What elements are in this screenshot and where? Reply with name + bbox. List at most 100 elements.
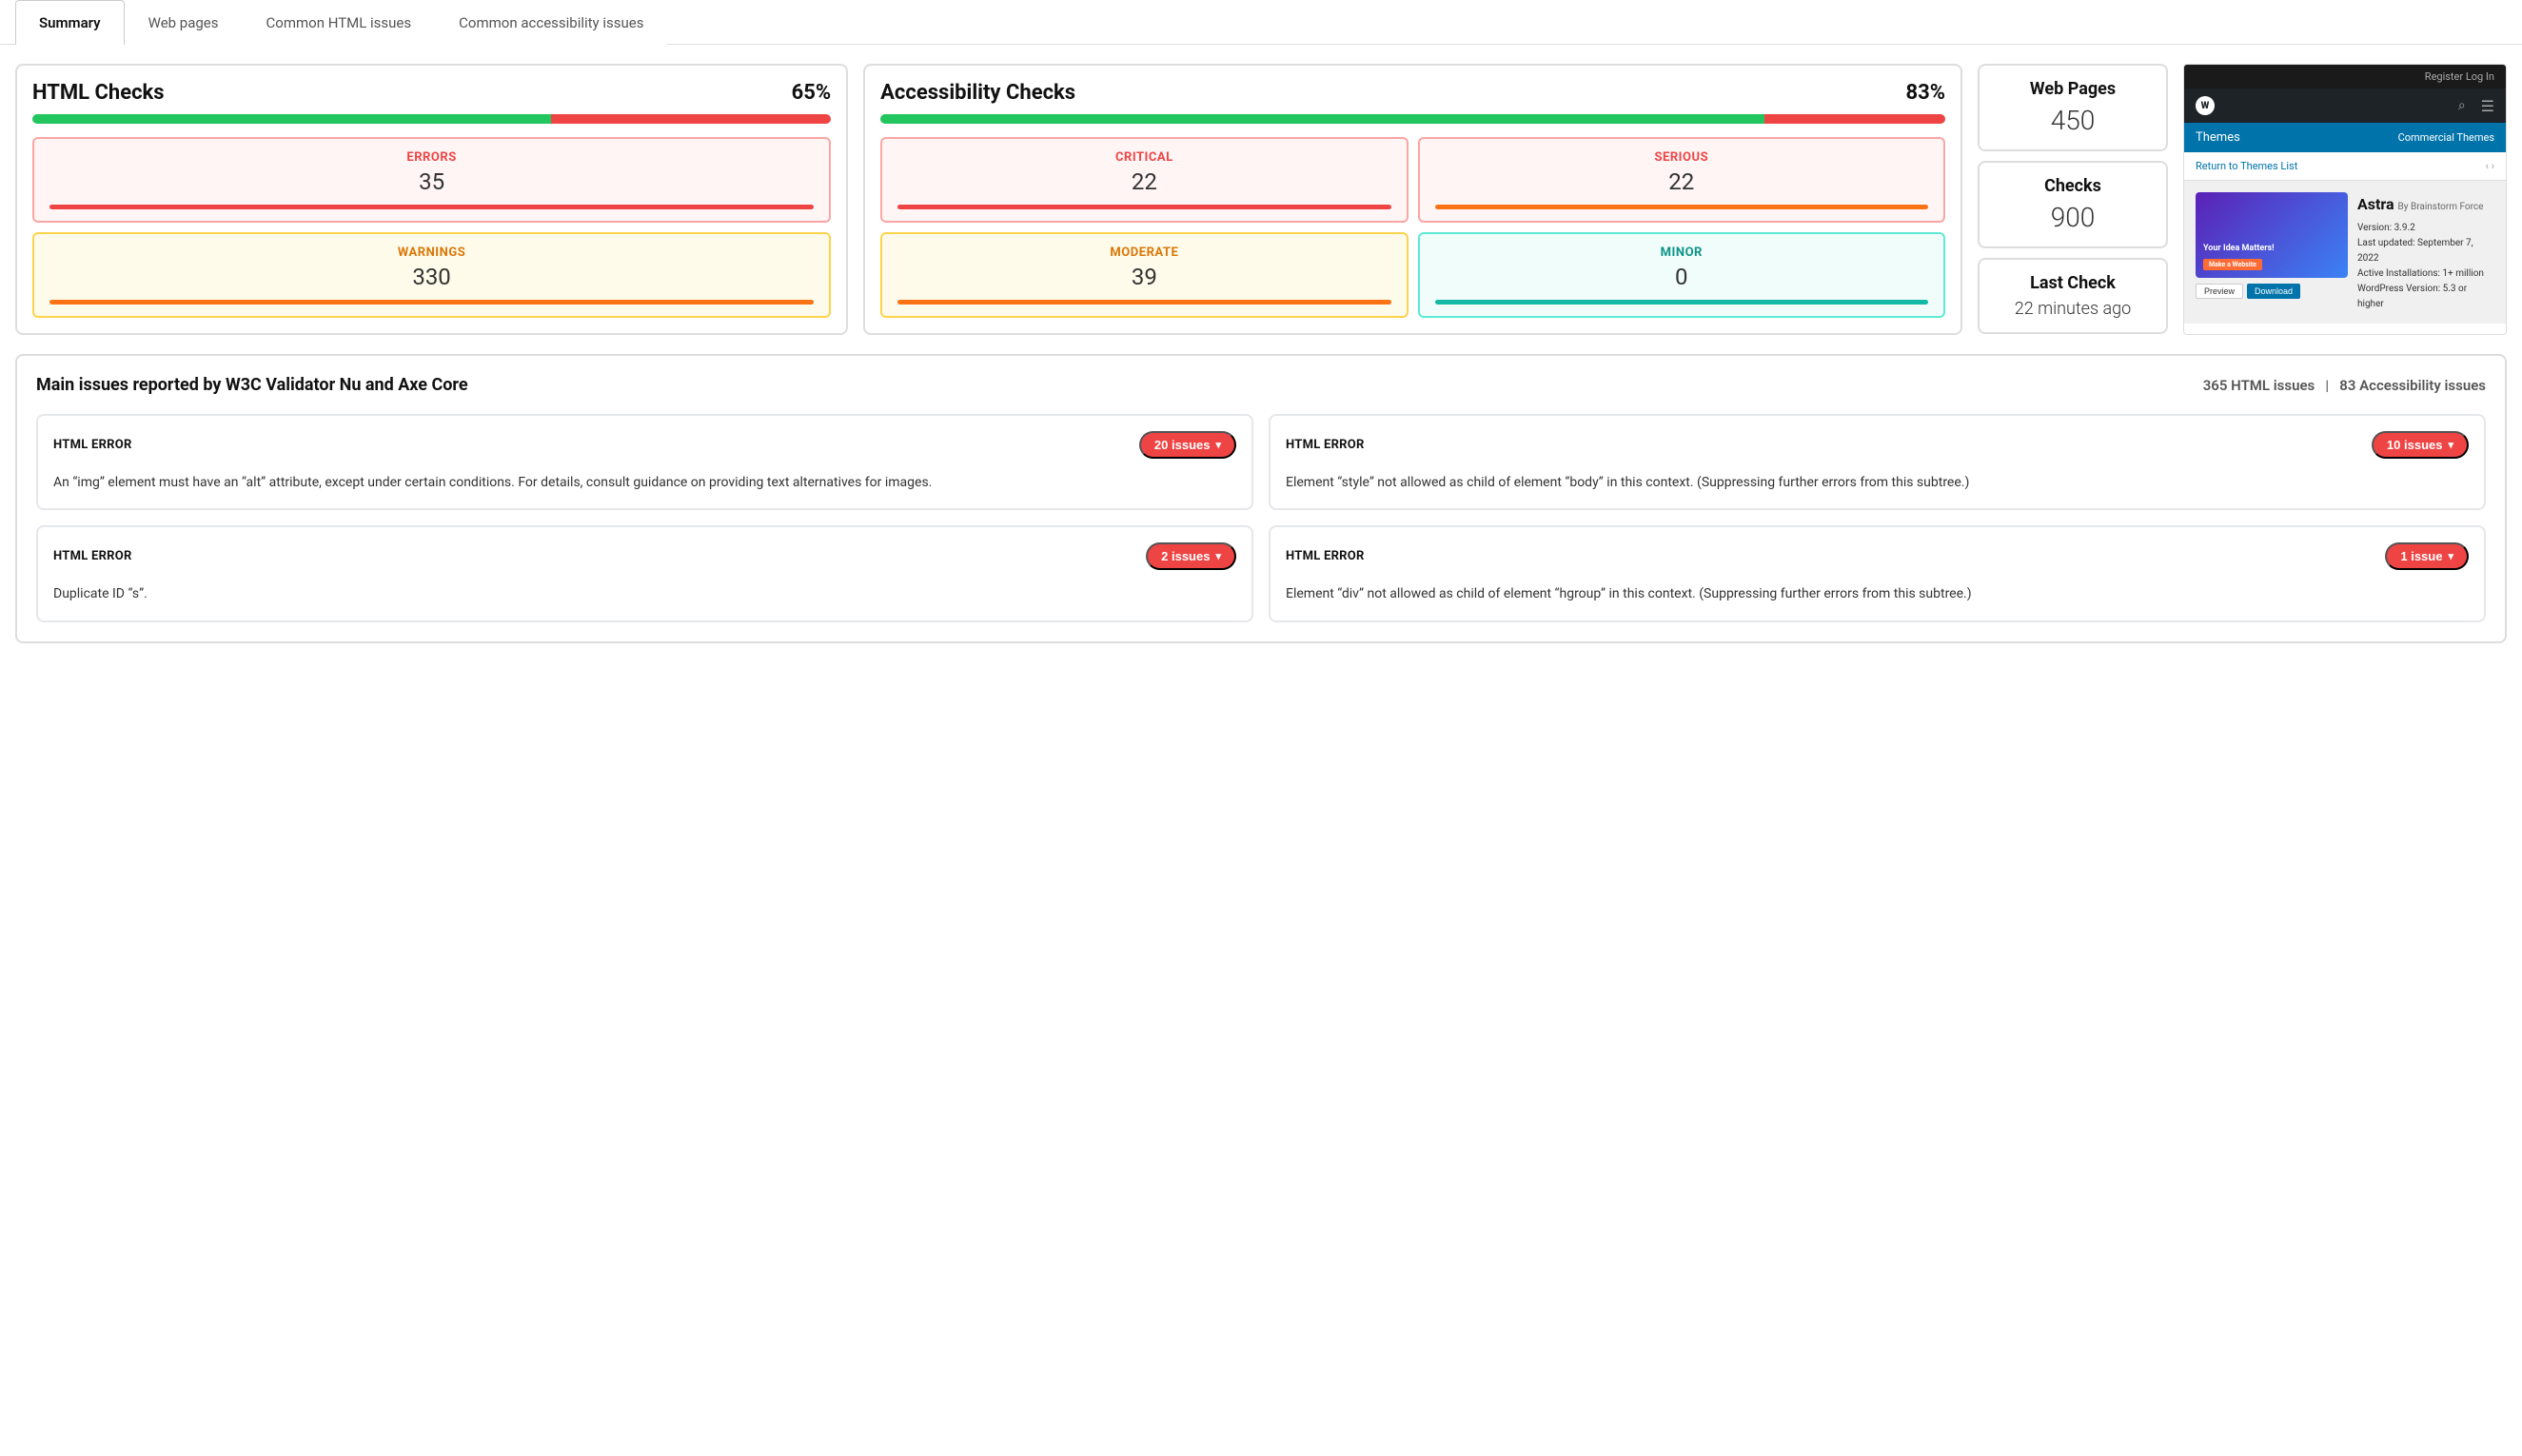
preview-wp-bar: W ⌕ ☰ [2184,89,2506,123]
issues-grid: HTML ERROR 20 issues ▾ An “img” element … [36,414,2486,622]
issue-badge-2[interactable]: 2 issues ▾ [1146,542,1236,570]
issues-section: Main issues reported by W3C Validator Nu… [15,354,2507,643]
issue-type-2: HTML ERROR [53,549,132,563]
issue-type-0: HTML ERROR [53,438,132,452]
preview-theme-meta: Astra By Brainstorm Force Version: 3.9.2… [2357,192,2494,312]
commercial-themes-label: Commercial Themes [2398,131,2494,144]
preview-button[interactable]: Preview [2196,284,2243,299]
issue-desc-3: Element “div” not allowed as child of el… [1286,583,2469,604]
stats-row: HTML Checks 65% ERRORS 35 WARNINGS 330 [15,64,2507,335]
serious-value: 22 [1435,168,1928,195]
issue-desc-1: Element “style” not allowed as child of … [1286,472,2469,493]
issue-badge-1[interactable]: 10 issues ▾ [2372,431,2469,459]
preview-themes-bar: Themes Commercial Themes [2184,123,2506,152]
issue-card-3: HTML ERROR 1 issue ▾ Element “div” not a… [1269,525,2486,621]
issue-badge-label-1: 10 issues [2387,438,2443,452]
a11y-checks-percent: 83% [1905,81,1945,105]
last-check-stat: Last Check 22 minutes ago [1978,258,2168,334]
tab-a11y-issues[interactable]: Common accessibility issues [435,0,667,45]
chevron-down-icon-1: ▾ [2448,439,2453,451]
chevron-down-icon-2: ▾ [1215,550,1221,562]
issue-badge-0[interactable]: 20 issues ▾ [1139,431,1236,459]
issues-section-title: Main issues reported by W3C Validator Nu… [36,375,468,395]
app-container: Summary Web pages Common HTML issues Com… [0,0,2522,1456]
moderate-box: MODERATE 39 [880,232,1408,318]
web-pages-title: Web Pages [1995,79,2151,99]
issue-card-header-2: HTML ERROR 2 issues ▾ [53,542,1236,570]
serious-label: SERIOUS [1435,150,1928,165]
theme-cta-btn[interactable]: Make a Website [2203,259,2262,270]
issue-desc-0: An “img” element must have an “alt” attr… [53,472,1236,493]
theme-by: By Brainstorm Force [2398,200,2484,215]
theme-wp-version: WordPress Version: 5.3 or higher [2357,282,2494,312]
return-link[interactable]: Return to Themes List [2196,160,2297,172]
issue-badge-label-2: 2 issues [1161,549,1210,563]
preview-card: Register Log In W ⌕ ☰ Themes Commercial … [2183,64,2507,335]
moderate-value: 39 [897,264,1390,290]
tab-html-issues[interactable]: Common HTML issues [243,0,436,45]
html-progress-red [551,114,831,124]
errors-box: ERRORS 35 [32,137,831,223]
warnings-value: 330 [49,264,814,290]
warnings-box: WARNINGS 330 [32,232,831,318]
critical-bottom-bar [897,205,1390,209]
errors-bottom-bar [49,205,814,209]
a11y-checks-header: Accessibility Checks 83% [880,81,1945,105]
theme-tagline: Your Idea Matters! [2203,244,2275,255]
critical-box: CRITICAL 22 [880,137,1408,223]
issues-counts: 365 HTML issues | 83 Accessibility issue… [2203,377,2486,394]
minor-box: MINOR 0 [1418,232,1945,318]
minor-label: MINOR [1435,246,1928,260]
a11y-metrics-grid: CRITICAL 22 SERIOUS 22 MODERATE 39 [880,137,1945,318]
minor-value: 0 [1435,264,1928,290]
preview-topbar: Register Log In [2184,65,2506,89]
a11y-checks-card: Accessibility Checks 83% CRITICAL 22 SER… [863,64,1962,335]
warnings-bottom-bar [49,300,814,305]
tab-bar: Summary Web pages Common HTML issues Com… [0,0,2522,45]
issues-header: Main issues reported by W3C Validator Nu… [36,375,2486,395]
preview-topbar-right: Register Log In [2425,70,2494,83]
theme-version: Version: 3.9.2 [2357,221,2494,236]
issue-card-header-1: HTML ERROR 10 issues ▾ [1286,431,2469,459]
download-button[interactable]: Download [2247,284,2300,299]
errors-value: 35 [49,168,814,195]
issue-card-0: HTML ERROR 20 issues ▾ An “img” element … [36,414,1253,510]
web-pages-stat: Web Pages 450 [1978,64,2168,151]
side-stats: Web Pages 450 Checks 900 Last Check 22 m… [1978,64,2168,335]
issue-desc-2: Duplicate ID “s”. [53,583,1236,604]
html-issues-count: 365 HTML issues [2203,377,2315,394]
tab-summary[interactable]: Summary [15,0,125,45]
critical-value: 22 [897,168,1390,195]
issue-card-1: HTML ERROR 10 issues ▾ Element “style” n… [1269,414,2486,510]
wp-logo-icon: W [2196,96,2215,115]
a11y-checks-title: Accessibility Checks [880,81,1075,105]
themes-label: Themes [2196,130,2240,145]
serious-bottom-bar [1435,205,1928,209]
checks-stat: Checks 900 [1978,161,2168,248]
issue-type-1: HTML ERROR [1286,438,1365,452]
main-content: HTML Checks 65% ERRORS 35 WARNINGS 330 [0,45,2522,662]
a11y-progress-green [880,114,1764,124]
html-checks-card: HTML Checks 65% ERRORS 35 WARNINGS 330 [15,64,848,335]
issue-type-3: HTML ERROR [1286,549,1365,563]
serious-box: SERIOUS 22 [1418,137,1945,223]
warnings-label: WARNINGS [49,246,814,260]
issue-card-header-0: HTML ERROR 20 issues ▾ [53,431,1236,459]
last-check-title: Last Check [1995,273,2151,293]
html-metrics-grid: ERRORS 35 WARNINGS 330 [32,137,831,318]
web-pages-value: 450 [1995,105,2151,136]
moderate-label: MODERATE [897,246,1390,260]
minor-bottom-bar [1435,300,1928,305]
issue-badge-label-0: 20 issues [1154,438,1211,452]
theme-thumbnail: Your Idea Matters! Make a Website [2196,192,2348,278]
tab-web-pages[interactable]: Web pages [125,0,243,45]
issue-card-header-3: HTML ERROR 1 issue ▾ [1286,542,2469,570]
html-checks-header: HTML Checks 65% [32,81,831,105]
issue-card-2: HTML ERROR 2 issues ▾ Duplicate ID “s”. [36,525,1253,621]
theme-name: Astra [2357,192,2394,217]
preview-theme-image: Your Idea Matters! Make a Website Previe… [2196,192,2348,312]
html-progress-bar [32,114,831,124]
html-checks-title: HTML Checks [32,81,165,105]
a11y-progress-bar [880,114,1945,124]
issue-badge-3[interactable]: 1 issue ▾ [2385,542,2469,570]
